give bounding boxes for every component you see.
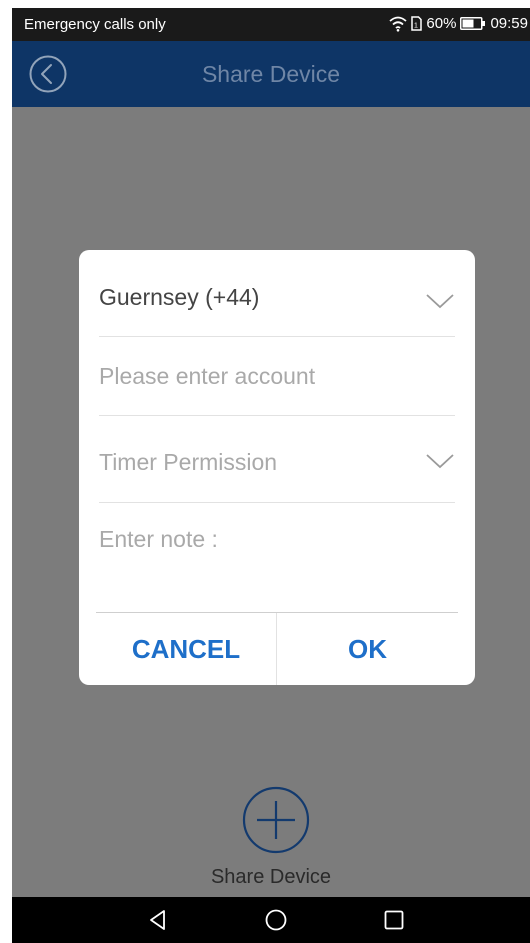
share-device-button[interactable]: [242, 786, 310, 854]
status-icons: 1 60% 09:59: [389, 15, 528, 32]
ok-button[interactable]: OK: [277, 613, 458, 685]
nav-back-icon: [150, 910, 165, 930]
chevron-down-icon: [426, 294, 454, 309]
page-title: Share Device: [201, 61, 341, 87]
note-field[interactable]: [99, 503, 455, 611]
nav-recents-button[interactable]: [380, 906, 408, 934]
dialog-actions: CANCEL OK: [96, 612, 458, 685]
plus-circle-icon: [242, 786, 310, 854]
share-device-area: Share Device: [12, 778, 530, 898]
country-value: Guernsey (+44): [99, 284, 260, 310]
cancel-button[interactable]: CANCEL: [96, 613, 276, 685]
country-select[interactable]: Guernsey (+44): [99, 250, 455, 337]
share-dialog: Guernsey (+44) Timer Permission CANCEL O…: [79, 250, 475, 685]
status-bar: Emergency calls only 1 60% 09:59: [12, 8, 530, 41]
battery-icon: [460, 17, 486, 30]
clock: 09:59: [490, 15, 528, 32]
account-input[interactable]: [99, 337, 455, 415]
account-field[interactable]: [99, 337, 455, 416]
phone-screen: Emergency calls only 1 60% 09:59 Share D…: [12, 8, 530, 943]
app-header: Share Device: [12, 41, 530, 107]
nav-back-button[interactable]: [144, 906, 172, 934]
wifi-icon: [389, 16, 408, 32]
svg-text:1: 1: [414, 23, 418, 30]
nav-home-button[interactable]: [262, 906, 290, 934]
chevron-down-icon: [426, 454, 454, 469]
permission-select[interactable]: Timer Permission: [99, 416, 455, 503]
battery-percent: 60%: [426, 15, 457, 32]
system-nav-bar: [12, 897, 530, 943]
sim-icon: 1: [411, 16, 423, 31]
nav-recents-icon: [384, 910, 404, 930]
nav-home-icon: [265, 909, 287, 931]
note-input[interactable]: [99, 503, 455, 575]
carrier-text: Emergency calls only: [24, 16, 166, 33]
permission-value: Timer Permission: [99, 449, 278, 475]
share-device-label: Share Device: [210, 866, 332, 888]
